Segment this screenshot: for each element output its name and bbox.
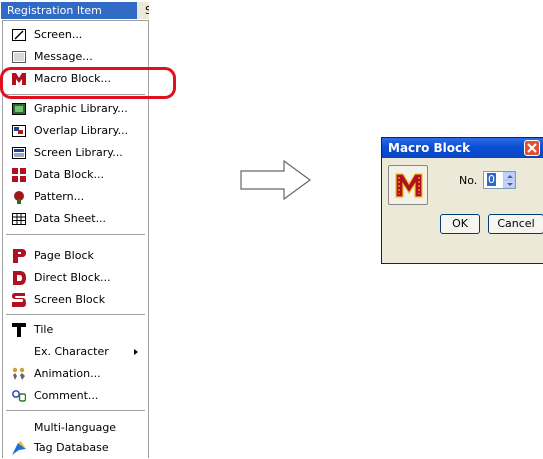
menu-item-label: Screen Block [34, 293, 106, 306]
screen-block-icon [12, 293, 26, 307]
menu-item-label: Animation... [34, 367, 101, 380]
graphic-library-icon [12, 103, 26, 115]
menu-item-tag-database[interactable]: Tag Database [3, 437, 148, 459]
menu-item-label: Overlap Library... [34, 124, 129, 137]
menu-item-data-sheet[interactable]: Data Sheet... [3, 208, 148, 230]
menu-registration-item[interactable]: Registration Item [1, 2, 137, 19]
menu-screen[interactable]: Screen [139, 2, 149, 19]
number-value[interactable]: 0 [487, 173, 496, 186]
menu-item-comment[interactable]: Comment... [3, 385, 148, 407]
no-label: No. [459, 174, 478, 187]
menu-item-data-block[interactable]: Data Block... [3, 164, 148, 186]
submenu-arrow-icon [134, 349, 138, 355]
menu-item-pattern[interactable]: Pattern... [3, 186, 148, 208]
menu-item-label: Multi-language [34, 421, 117, 434]
menu-item-label: Tag Database [34, 441, 109, 454]
menu-bar: Registration Item Screen [1, 2, 149, 19]
close-icon [527, 143, 537, 153]
overlap-library-icon [12, 125, 26, 137]
pattern-icon [14, 191, 24, 204]
menu-item-label: Comment... [34, 389, 99, 402]
menu-item-label: Direct Block... [34, 271, 111, 284]
macro-block-highlight [0, 67, 176, 99]
animation-icon [12, 367, 25, 380]
menu-item-ex-character[interactable]: Ex. Character [3, 341, 148, 363]
tile-icon [12, 323, 26, 337]
macro-icon-button[interactable] [388, 165, 428, 205]
screen-icon [12, 29, 26, 41]
menu-item-label: Tile [34, 323, 54, 336]
menu-item-multi-language[interactable]: Multi-language [3, 417, 148, 439]
menu-item-label: Page Block [34, 249, 94, 262]
menu-item-label: Message... [34, 50, 93, 63]
menu-item-direct-block[interactable]: Direct Block... [3, 267, 148, 289]
comment-icon [12, 390, 26, 402]
menu-item-label: Data Block... [34, 168, 105, 181]
data-sheet-icon [12, 213, 26, 225]
menu-item-label: Pattern... [34, 190, 85, 203]
menu-item-overlap-library[interactable]: Overlap Library... [3, 120, 148, 142]
menu-item-screen-library[interactable]: Screen Library... [3, 142, 148, 164]
number-spinner[interactable]: 0 [483, 171, 516, 189]
menu-separator [6, 234, 145, 235]
spinner-down-button[interactable] [503, 180, 515, 188]
menu-item-screen[interactable]: Screen... [3, 24, 148, 46]
data-block-icon [12, 168, 26, 182]
menu-separator [6, 410, 145, 411]
spinner-up-button[interactable] [503, 172, 515, 180]
menu-item-tile[interactable]: Tile [3, 319, 148, 341]
menu-item-label: Data Sheet... [34, 212, 107, 225]
ok-button[interactable]: OK [440, 214, 480, 234]
menu-item-animation[interactable]: Animation... [3, 363, 148, 385]
menu-item-graphic-library[interactable]: Graphic Library... [3, 98, 148, 120]
macro-block-dialog: Macro Block No. 0 OK Cancel [381, 137, 543, 264]
menu-item-message[interactable]: Message... [3, 46, 148, 68]
page-block-icon [13, 249, 26, 263]
menu-item-page-block[interactable]: Page Block [3, 245, 148, 267]
tag-database-icon [12, 441, 26, 455]
menu-item-label: Ex. Character [34, 345, 109, 358]
menu-separator [6, 314, 145, 315]
menu-item-screen-block[interactable]: Screen Block [3, 289, 148, 311]
direct-block-icon [13, 271, 26, 285]
menu-item-label: Graphic Library... [34, 102, 128, 115]
right-arrow-icon [240, 160, 312, 200]
message-icon [12, 51, 26, 63]
macro-block-icon [395, 173, 423, 198]
screen-library-icon [12, 147, 26, 159]
close-button[interactable] [524, 140, 540, 156]
menu-item-label: Screen Library... [34, 146, 123, 159]
cancel-button[interactable]: Cancel [488, 214, 543, 234]
spinner-buttons [503, 172, 515, 188]
menu-item-label: Screen... [34, 28, 83, 41]
dialog-title: Macro Block [382, 138, 543, 158]
